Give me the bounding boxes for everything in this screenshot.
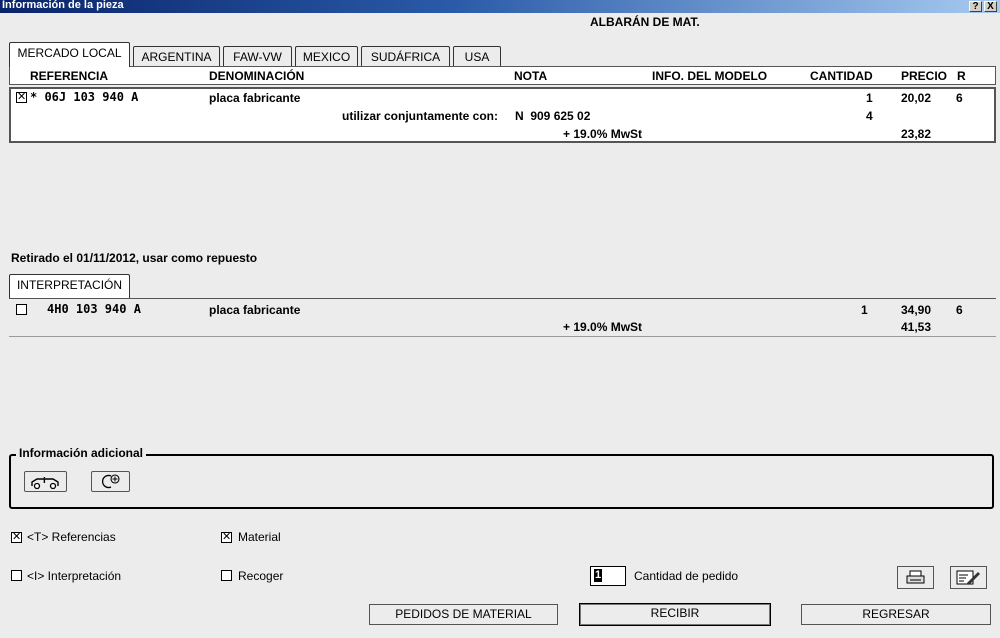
tax-label: + 19.0% MwSt <box>563 127 643 141</box>
interp-tax-label: + 19.0% MwSt <box>563 320 643 334</box>
col-denominacion[interactable]: DENOMINACIÓN <box>209 69 304 85</box>
regresar-button[interactable]: REGRESAR <box>801 604 991 625</box>
order-qty-label: Cantidad de pedido <box>634 569 739 583</box>
interp-price: 34,90 <box>901 303 932 317</box>
referencias-checkbox[interactable] <box>11 530 22 544</box>
tab-argentina[interactable]: ARGENTINA <box>133 46 220 67</box>
edit-pencil-icon <box>956 570 980 585</box>
interp-qty: 1 <box>861 303 868 317</box>
tab-interpretacion[interactable]: INTERPRETACIÓN <box>9 274 130 298</box>
col-precio[interactable]: PRECIO <box>901 69 947 85</box>
col-info-modelo[interactable]: INFO. DEL MODELO <box>652 69 767 85</box>
referencias-label[interactable]: <T> Referencias <box>27 530 116 544</box>
part-name: placa fabricante <box>209 91 301 105</box>
close-button[interactable]: X <box>984 1 997 12</box>
part-reference: * 06J 103 940 A <box>30 90 139 104</box>
note-qty: 4 <box>866 109 873 123</box>
tab-sudafrica[interactable]: SUDÁFRICA <box>361 46 450 67</box>
pedidos-material-button[interactable]: PEDIDOS DE MATERIAL <box>369 604 558 625</box>
part-r: 6 <box>956 91 963 105</box>
print-button[interactable] <box>897 566 934 589</box>
edit-button[interactable] <box>950 566 987 589</box>
order-qty-value: 1 <box>594 569 603 582</box>
interp-reference: 4H0 103 940 A <box>47 302 141 316</box>
printer-icon <box>906 570 925 584</box>
interpretacion-checkbox[interactable] <box>11 570 22 581</box>
col-r[interactable]: R <box>957 69 966 85</box>
circle-plus-icon <box>101 474 120 489</box>
interp-r: 6 <box>956 303 963 317</box>
tab-usa[interactable]: USA <box>453 46 501 67</box>
recoger-label[interactable]: Recoger <box>238 569 283 583</box>
tax-total: 23,82 <box>901 127 932 141</box>
note-label: utilizar conjuntamente con: <box>342 109 499 123</box>
interp-row-checkbox[interactable] <box>16 304 27 315</box>
tab-mexico[interactable]: MEXICO <box>295 46 358 67</box>
col-nota[interactable]: NOTA <box>514 69 547 85</box>
material-label[interactable]: Material <box>238 530 281 544</box>
additional-info-group <box>9 454 994 509</box>
svg-text:i: i <box>43 476 46 485</box>
window-title: Información de la pieza <box>2 0 124 11</box>
interp-tax-total: 41,53 <box>901 320 932 334</box>
help-button[interactable]: ? <box>969 1 982 12</box>
divider <box>9 298 996 299</box>
interpretacion-label[interactable]: <I> Interpretación <box>27 569 121 583</box>
part-price: 20,02 <box>901 91 932 105</box>
retired-text: Retirado el 01/11/2012, usar como repues… <box>11 251 258 265</box>
tab-mercado-local[interactable]: MERCADO LOCAL <box>9 42 130 67</box>
additional-info-legend: Información adicional <box>16 446 147 460</box>
note-value: N 909 625 02 <box>515 109 591 123</box>
car-info-icon: i <box>31 476 59 490</box>
table-row[interactable] <box>9 87 996 143</box>
col-referencia[interactable]: REFERENCIA <box>30 69 108 85</box>
vehicle-info-button[interactable]: i <box>24 471 67 492</box>
add-option-button[interactable] <box>91 471 130 492</box>
interp-name: placa fabricante <box>209 303 301 317</box>
recibir-button[interactable]: RECIBIR <box>579 603 771 626</box>
tab-faw-vw[interactable]: FAW-VW <box>223 46 292 67</box>
col-cantidad[interactable]: CANTIDAD <box>810 69 873 85</box>
divider <box>9 336 996 337</box>
row-checkbox[interactable] <box>16 90 27 104</box>
recoger-checkbox[interactable] <box>221 570 232 581</box>
material-checkbox[interactable] <box>221 530 232 544</box>
part-qty: 1 <box>866 91 873 105</box>
order-qty-input[interactable]: 1 <box>590 566 626 586</box>
header-label: ALBARÁN DE MAT. <box>590 15 700 29</box>
title-bar: Información de la pieza ? X <box>0 0 1000 13</box>
